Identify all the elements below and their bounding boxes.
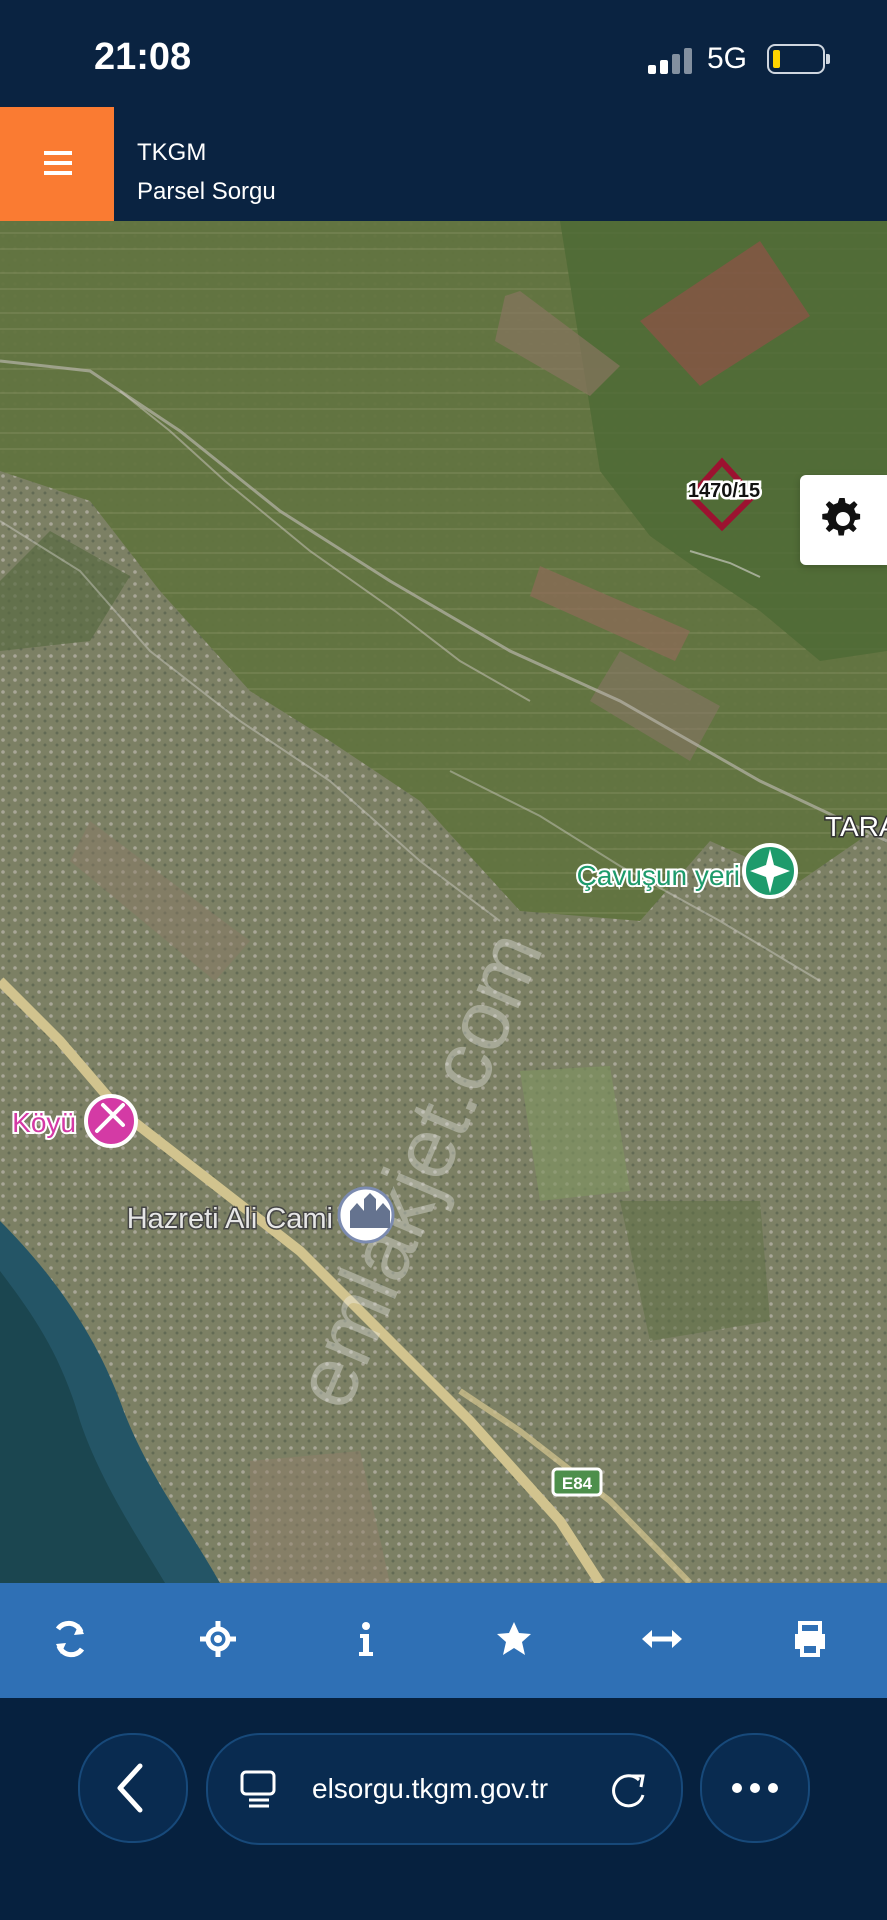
refresh-button[interactable]: [34, 1603, 106, 1675]
koyu-label: Köyü: [12, 1107, 76, 1138]
browser-bar: elsorgu.tkgm.gov.tr: [0, 1698, 887, 1920]
app-title: TKGM: [137, 139, 207, 166]
cavusun-yeri-label: Çavuşun yeri: [577, 860, 740, 891]
koyu-pin: [84, 1094, 138, 1148]
locate-icon: [200, 1621, 236, 1657]
map-toolbar: [0, 1583, 887, 1698]
app-header: TKGM Parsel Sorgu: [0, 107, 887, 221]
reload-icon[interactable]: [608, 1766, 648, 1810]
battery-icon: [767, 44, 830, 74]
status-bar: 21:08 5G: [0, 0, 887, 107]
info-icon: [359, 1622, 373, 1656]
menu-button[interactable]: [0, 107, 114, 221]
more-icon: [732, 1783, 778, 1793]
star-icon: [497, 1622, 531, 1655]
address-bar[interactable]: elsorgu.tkgm.gov.tr: [206, 1733, 683, 1845]
chevron-left-icon: [117, 1763, 143, 1813]
measure-button[interactable]: [626, 1603, 698, 1675]
app-subtitle: Parsel Sorgu: [137, 178, 276, 205]
taraf-label: TARA: [825, 811, 887, 842]
map-canvas[interactable]: 1470/15 emlakjet.com Çavuşun yeri Köyü H…: [0, 221, 887, 1583]
status-time: 21:08: [94, 36, 192, 78]
gear-icon: [822, 498, 861, 536]
network-type: 5G: [707, 42, 748, 75]
url-text: elsorgu.tkgm.gov.tr: [312, 1773, 549, 1804]
favorite-button[interactable]: [478, 1603, 550, 1675]
refresh-icon: [55, 1620, 85, 1658]
hazreti-ali-cami-label: Hazreti Ali Cami: [127, 1203, 333, 1235]
parcel-label: 1470/15: [688, 480, 760, 502]
more-button[interactable]: [700, 1733, 810, 1843]
print-button[interactable]: [774, 1603, 846, 1675]
info-button[interactable]: [330, 1603, 402, 1675]
cellular-signal-icon: [648, 48, 694, 74]
hamburger-menu-icon: [44, 151, 72, 155]
back-button[interactable]: [78, 1733, 188, 1843]
measure-icon: [642, 1630, 682, 1648]
print-icon: [795, 1621, 825, 1657]
road-label: E84: [562, 1474, 593, 1493]
page-icon: [240, 1770, 276, 1808]
locate-button[interactable]: [182, 1603, 254, 1675]
map-settings-button[interactable]: [800, 475, 887, 565]
